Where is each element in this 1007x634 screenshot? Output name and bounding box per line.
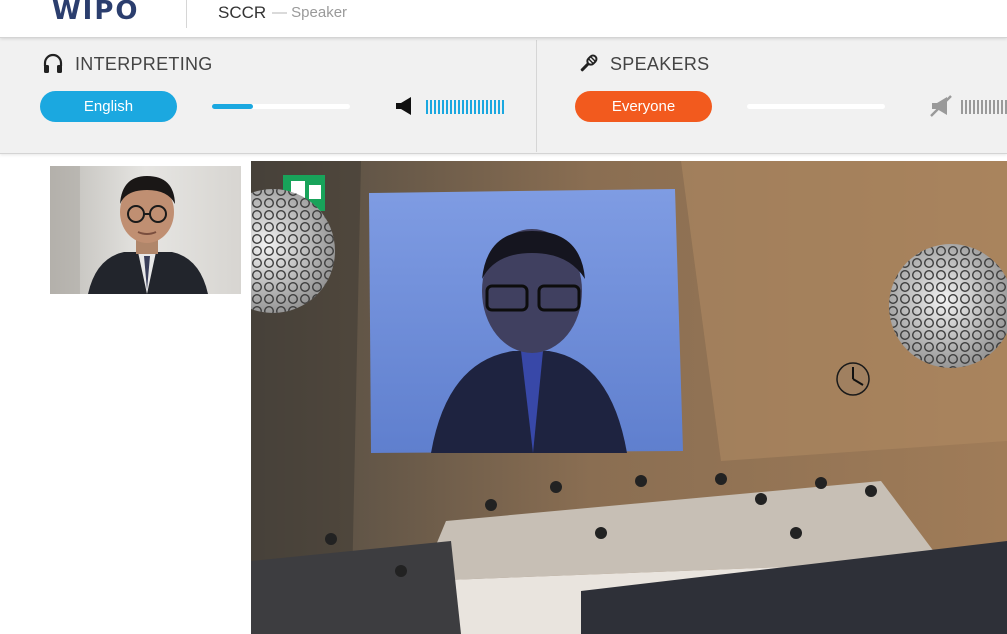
interpreting-volume-slider[interactable] xyxy=(212,104,350,109)
self-view-video[interactable] xyxy=(50,166,241,294)
role-separator: — xyxy=(272,4,287,21)
meter-bar xyxy=(973,100,975,114)
meter-bar xyxy=(450,100,452,114)
speaker-volume-icon[interactable] xyxy=(393,94,417,118)
meter-bar xyxy=(462,100,464,114)
meter-bar xyxy=(961,100,963,114)
speakers-title: SPEAKERS xyxy=(610,54,710,74)
meter-bar xyxy=(989,100,991,114)
meter-bar xyxy=(490,100,492,114)
conference-room-image xyxy=(251,161,1007,634)
top-bar: WIPO SCCR — Speaker xyxy=(0,0,1007,38)
meter-bar xyxy=(446,100,448,114)
headphones-icon xyxy=(43,53,63,73)
meter-bar xyxy=(438,100,440,114)
meter-bar xyxy=(442,100,444,114)
meter-bar xyxy=(430,100,432,114)
meter-bar xyxy=(977,100,979,114)
microphone-icon xyxy=(580,54,598,72)
role-label: — Speaker xyxy=(272,4,347,21)
interpreting-audio-meter xyxy=(426,100,504,114)
event-name: SCCR xyxy=(218,3,267,22)
meter-bar xyxy=(997,100,999,114)
meter-bar xyxy=(965,100,967,114)
panel-divider xyxy=(536,40,537,152)
app-window: WIPO SCCR — Speaker INTERPRETING English xyxy=(0,0,1007,634)
meter-bar xyxy=(993,100,995,114)
self-view-image xyxy=(50,166,241,294)
meter-bar xyxy=(474,100,476,114)
meter-bar xyxy=(981,100,983,114)
meter-bar xyxy=(502,100,504,114)
speakers-volume-slider[interactable] xyxy=(747,104,885,109)
meter-bar xyxy=(985,100,987,114)
wipo-logo: WIPO xyxy=(52,0,140,26)
speakers-audio-meter xyxy=(961,100,1007,114)
meter-bar xyxy=(434,100,436,114)
meter-bar xyxy=(466,100,468,114)
control-strip: INTERPRETING English SPEAKERS Everyone xyxy=(0,38,1007,154)
meter-bar xyxy=(486,100,488,114)
main-stage-video[interactable] xyxy=(251,161,1007,634)
meter-bar xyxy=(969,100,971,114)
meter-bar xyxy=(494,100,496,114)
speaker-muted-icon[interactable] xyxy=(929,94,953,118)
meter-bar xyxy=(458,100,460,114)
header-divider xyxy=(186,0,187,28)
meter-bar xyxy=(498,100,500,114)
meter-bar xyxy=(454,100,456,114)
role-text: Speaker xyxy=(291,4,348,21)
interpreting-slider-fill xyxy=(212,104,253,109)
language-select-button[interactable]: English xyxy=(40,91,177,122)
meter-bar xyxy=(1001,100,1003,114)
meter-bar xyxy=(426,100,428,114)
meter-bar xyxy=(482,100,484,114)
meter-bar xyxy=(478,100,480,114)
speaker-select-button[interactable]: Everyone xyxy=(575,91,712,122)
interpreting-title: INTERPRETING xyxy=(75,54,213,74)
meter-bar xyxy=(470,100,472,114)
